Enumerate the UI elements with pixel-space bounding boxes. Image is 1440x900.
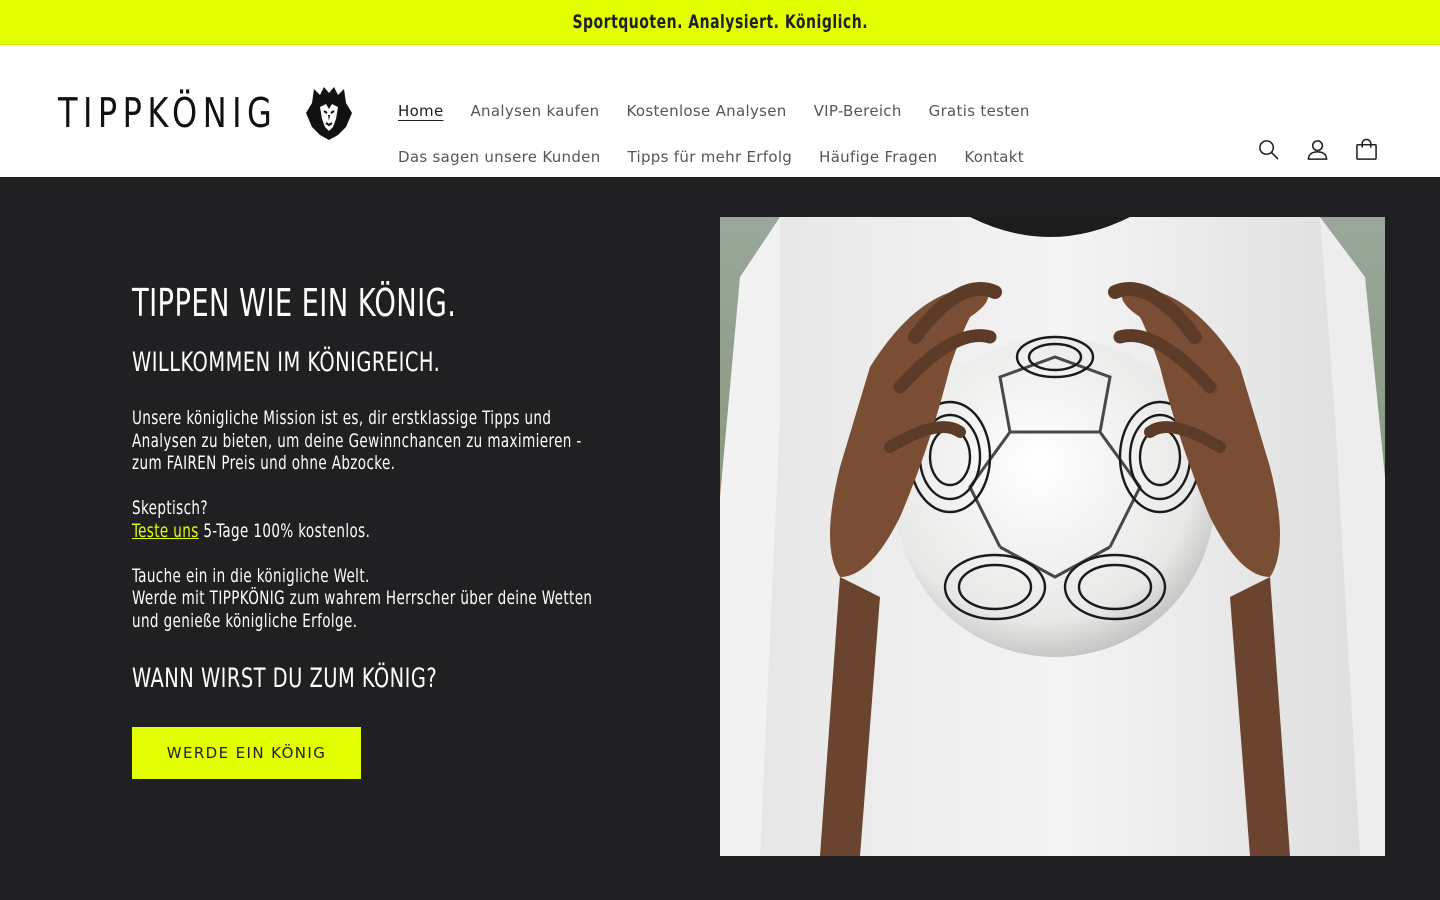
test-us-link[interactable]: Teste uns: [132, 520, 199, 542]
logo-wordmark: TIPPKÖNIG: [58, 89, 278, 137]
hero-subtitle: WILLKOMMEN IM KÖNIGREICH.: [132, 347, 441, 378]
hero-title: TIPPEN WIE EIN KÖNIG.: [132, 281, 457, 325]
nav-item-vip-bereich[interactable]: VIP-Bereich: [814, 102, 902, 120]
become-king-button[interactable]: WERDE EIN KÖNIG: [132, 727, 361, 779]
mission-line-1: Unsere königliche Mission ist es, dir er…: [132, 407, 552, 429]
hero-image: [720, 217, 1385, 856]
cart-icon[interactable]: [1355, 138, 1378, 161]
nav-item-kontakt[interactable]: Kontakt: [964, 148, 1024, 166]
lion-icon: [306, 87, 352, 140]
dive-line-3: und genieße königliche Erfolge.: [132, 609, 358, 632]
site-header: TIPPKÖNIG Home Analysen kaufen Kostenlos…: [0, 45, 1440, 177]
nav-item-faq[interactable]: Häufige Fragen: [819, 148, 937, 166]
nav-item-home[interactable]: Home: [398, 102, 444, 120]
account-icon[interactable]: [1306, 138, 1329, 161]
mission-line-2: Analysen zu bieten, um deine Gewinnchanc…: [132, 429, 582, 452]
header-icons: [1257, 138, 1378, 161]
nav-item-kunden[interactable]: Das sagen unsere Kunden: [398, 148, 601, 166]
hero-section: TIPPEN WIE EIN KÖNIG. WILLKOMMEN IM KÖNI…: [0, 177, 1440, 900]
search-icon[interactable]: [1257, 138, 1280, 161]
nav-item-gratis-testen[interactable]: Gratis testen: [929, 102, 1030, 120]
dive-line-2: Werde mit TIPPKÖNIG zum wahrem Herrscher…: [132, 587, 593, 609]
announcement-text: Sportquoten. Analysiert. Königlich.: [572, 11, 868, 33]
logo[interactable]: TIPPKÖNIG: [58, 83, 358, 143]
test-offer-text: 5-Tage 100% kostenlos.: [198, 519, 371, 542]
hero-paragraph: Unsere königliche Mission ist es, dir er…: [132, 407, 638, 655]
skeptic-text: Skeptisch?: [132, 497, 208, 519]
hero-question: WANN WIRST DU ZUM KÖNIG?: [132, 663, 438, 694]
announcement-bar: Sportquoten. Analysiert. Königlich.: [0, 0, 1440, 45]
mission-line-3: zum FAIREN Preis und ohne Abzocke.: [132, 452, 396, 474]
nav-item-kostenlose-analysen[interactable]: Kostenlose Analysen: [626, 102, 786, 120]
nav-item-analysen-kaufen[interactable]: Analysen kaufen: [471, 102, 600, 120]
dive-line-1: Tauche ein in die königliche Welt.: [132, 564, 370, 587]
nav-item-tipps[interactable]: Tipps für mehr Erfolg: [628, 148, 793, 166]
